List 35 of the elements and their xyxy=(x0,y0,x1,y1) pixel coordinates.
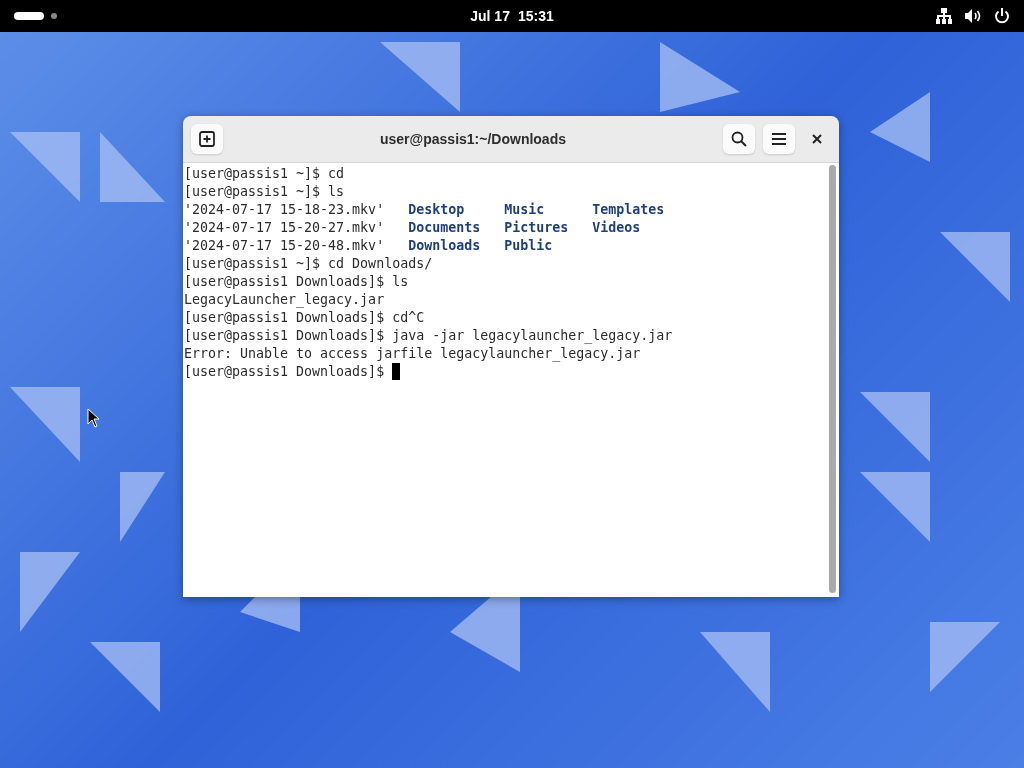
terminal-line: [user@passis1 Downloads]$ ls xyxy=(184,274,409,289)
directory-name: Desktop xyxy=(408,201,465,219)
window-title: user@passis1:~/Downloads xyxy=(379,131,567,147)
network-icon[interactable] xyxy=(936,8,952,24)
directory-name: Public xyxy=(504,237,553,255)
file-name: '2024-07-17 15-18-23.mkv' xyxy=(184,201,385,219)
file-name: '2024-07-17 15-20-27.mkv' xyxy=(184,219,385,237)
text-cursor xyxy=(392,363,401,380)
directory-name: Videos xyxy=(592,219,641,237)
directory-name: Pictures xyxy=(504,219,569,237)
terminal-line: [user@passis1 Downloads]$ cd^C xyxy=(184,310,425,325)
shell-prompt: [user@passis1 Downloads]$ xyxy=(184,364,385,379)
terminal-line: [user@passis1 ~]$ cd xyxy=(184,166,345,181)
new-tab-icon xyxy=(199,131,215,147)
close-icon xyxy=(812,134,822,144)
menu-icon xyxy=(771,132,787,146)
terminal-line: [user@passis1 Downloads]$ java -jar legacylauncher_legacy.jar xyxy=(184,328,673,343)
terminal-line: Error: Unable to access jarfile legacylauncher_legacy.jar xyxy=(184,346,641,361)
mouse-pointer-icon xyxy=(87,408,99,428)
search-icon xyxy=(731,131,747,147)
power-icon[interactable] xyxy=(994,8,1010,24)
file-name: '2024-07-17 15-20-48.mkv' xyxy=(184,237,385,255)
directory-name: Templates xyxy=(592,201,665,219)
terminal-line: [user@passis1 ~]$ ls xyxy=(184,184,345,199)
volume-icon[interactable] xyxy=(964,8,982,24)
directory-name: Music xyxy=(504,201,545,219)
directory-name: Documents xyxy=(408,219,481,237)
clock-button[interactable]: Jul 17 15:31 xyxy=(470,8,554,24)
terminal-line: LegacyLauncher_legacy.jar xyxy=(184,292,385,307)
menu-button[interactable] xyxy=(763,124,795,154)
workspace-indicator-icon[interactable] xyxy=(14,12,58,20)
directory-name: Downloads xyxy=(408,237,481,255)
terminal-line: [user@passis1 ~]$ cd Downloads/ xyxy=(184,256,433,271)
search-button[interactable] xyxy=(723,124,755,154)
new-tab-button[interactable] xyxy=(191,124,223,154)
